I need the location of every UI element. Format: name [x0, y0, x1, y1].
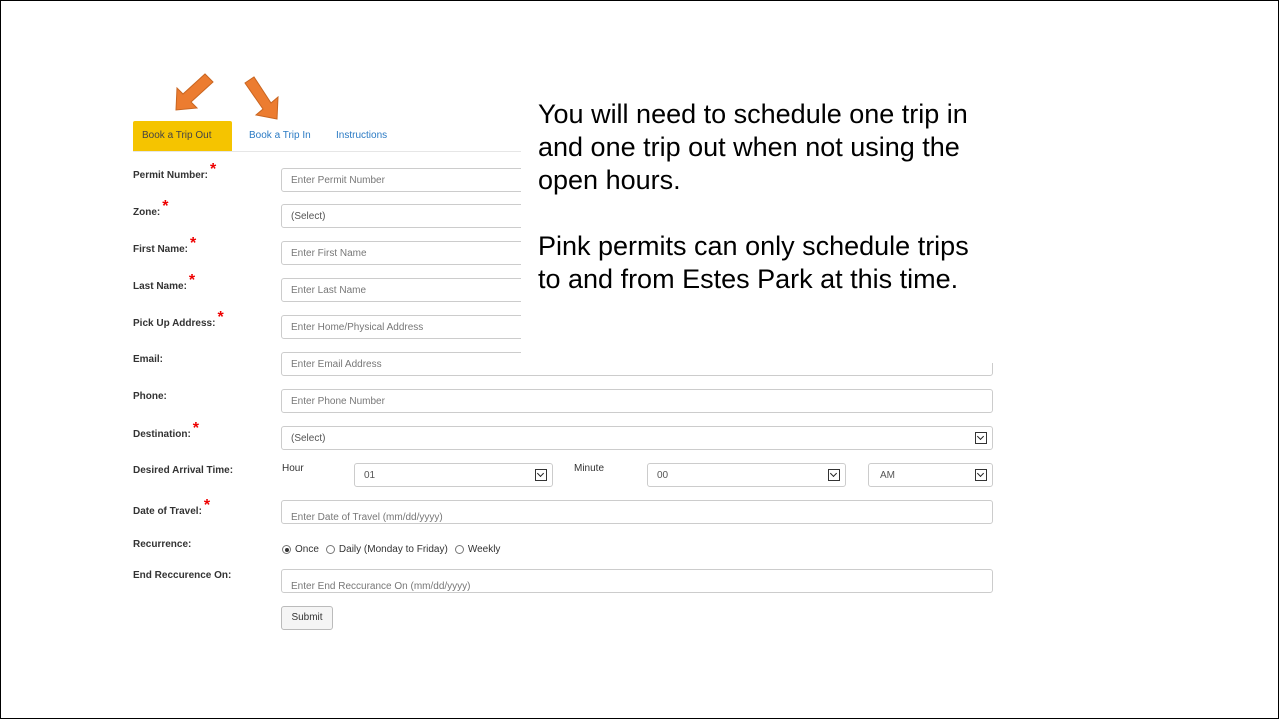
- email-label: Email:: [133, 354, 164, 365]
- callout-paragraph-2: Pink permits can only schedule trips to …: [538, 231, 969, 294]
- destination-label: Destination: *: [133, 420, 200, 440]
- required-mark: *: [190, 235, 197, 252]
- minute-select[interactable]: 00: [647, 463, 846, 487]
- tab-instructions[interactable]: Instructions: [327, 121, 396, 151]
- hour-label: Hour: [282, 463, 304, 474]
- recurrence-daily-option[interactable]: Daily (Monday to Friday): [325, 544, 448, 555]
- phone-label: Phone:: [133, 391, 167, 402]
- chevron-down-icon[interactable]: [975, 432, 987, 444]
- required-mark: *: [162, 198, 169, 215]
- destination-select[interactable]: (Select): [281, 426, 993, 450]
- recurrence-options: Once Daily (Monday to Friday) Weekly: [282, 544, 507, 555]
- date-of-travel-label: Date of Travel: *: [133, 497, 211, 517]
- tab-divider: [133, 151, 525, 152]
- end-recurrence-input[interactable]: Enter End Reccurance On (mm/dd/yyyy): [281, 569, 993, 593]
- date-of-travel-input[interactable]: Enter Date of Travel (mm/dd/yyyy): [281, 500, 993, 524]
- submit-button[interactable]: Submit: [281, 606, 333, 630]
- required-mark: *: [188, 272, 196, 289]
- chevron-down-icon[interactable]: [828, 469, 840, 481]
- required-mark: *: [203, 497, 211, 514]
- chevron-down-icon[interactable]: [535, 469, 547, 481]
- recurrence-once-option[interactable]: Once: [282, 544, 319, 555]
- required-mark: *: [192, 420, 200, 437]
- permit-number-label: Permit Number: *: [133, 161, 217, 181]
- required-mark: *: [210, 161, 217, 178]
- minute-select-value: 00: [657, 470, 669, 481]
- instruction-callout: You will need to schedule one trip in an…: [521, 98, 997, 363]
- recurrence-weekly-option[interactable]: Weekly: [454, 544, 500, 555]
- ampm-select[interactable]: AM: [868, 463, 993, 487]
- hour-select[interactable]: 01: [354, 463, 553, 487]
- tab-book-trip-out[interactable]: Book a Trip Out: [133, 121, 232, 151]
- tab-book-trip-in[interactable]: Book a Trip In: [240, 121, 320, 151]
- ampm-select-value: AM: [880, 470, 895, 481]
- recurrence-label: Recurrence:: [133, 539, 192, 550]
- hour-select-value: 01: [364, 470, 376, 481]
- zone-label: Zone: *: [133, 198, 169, 218]
- radio-weekly[interactable]: [454, 545, 464, 554]
- radio-once[interactable]: [282, 545, 291, 554]
- chevron-down-icon[interactable]: [975, 469, 987, 481]
- destination-select-value: (Select): [291, 433, 326, 444]
- arrow-down-right-icon: [244, 76, 279, 120]
- required-mark: *: [217, 309, 224, 326]
- arrival-time-label: Desired Arrival Time:: [133, 465, 234, 476]
- phone-input[interactable]: Enter Phone Number: [281, 389, 993, 413]
- end-recurrence-label: End Reccurence On:: [133, 570, 232, 581]
- radio-daily[interactable]: [325, 545, 335, 554]
- pickup-address-label: Pick Up Address: *: [133, 309, 224, 329]
- last-name-label: Last Name: *: [133, 272, 196, 292]
- first-name-label: First Name: *: [133, 235, 197, 255]
- zone-select-value: (Select): [291, 211, 326, 222]
- callout-paragraph-1: You will need to schedule one trip in an…: [538, 99, 968, 195]
- arrow-down-left-icon: [175, 73, 214, 111]
- minute-label: Minute: [574, 463, 605, 474]
